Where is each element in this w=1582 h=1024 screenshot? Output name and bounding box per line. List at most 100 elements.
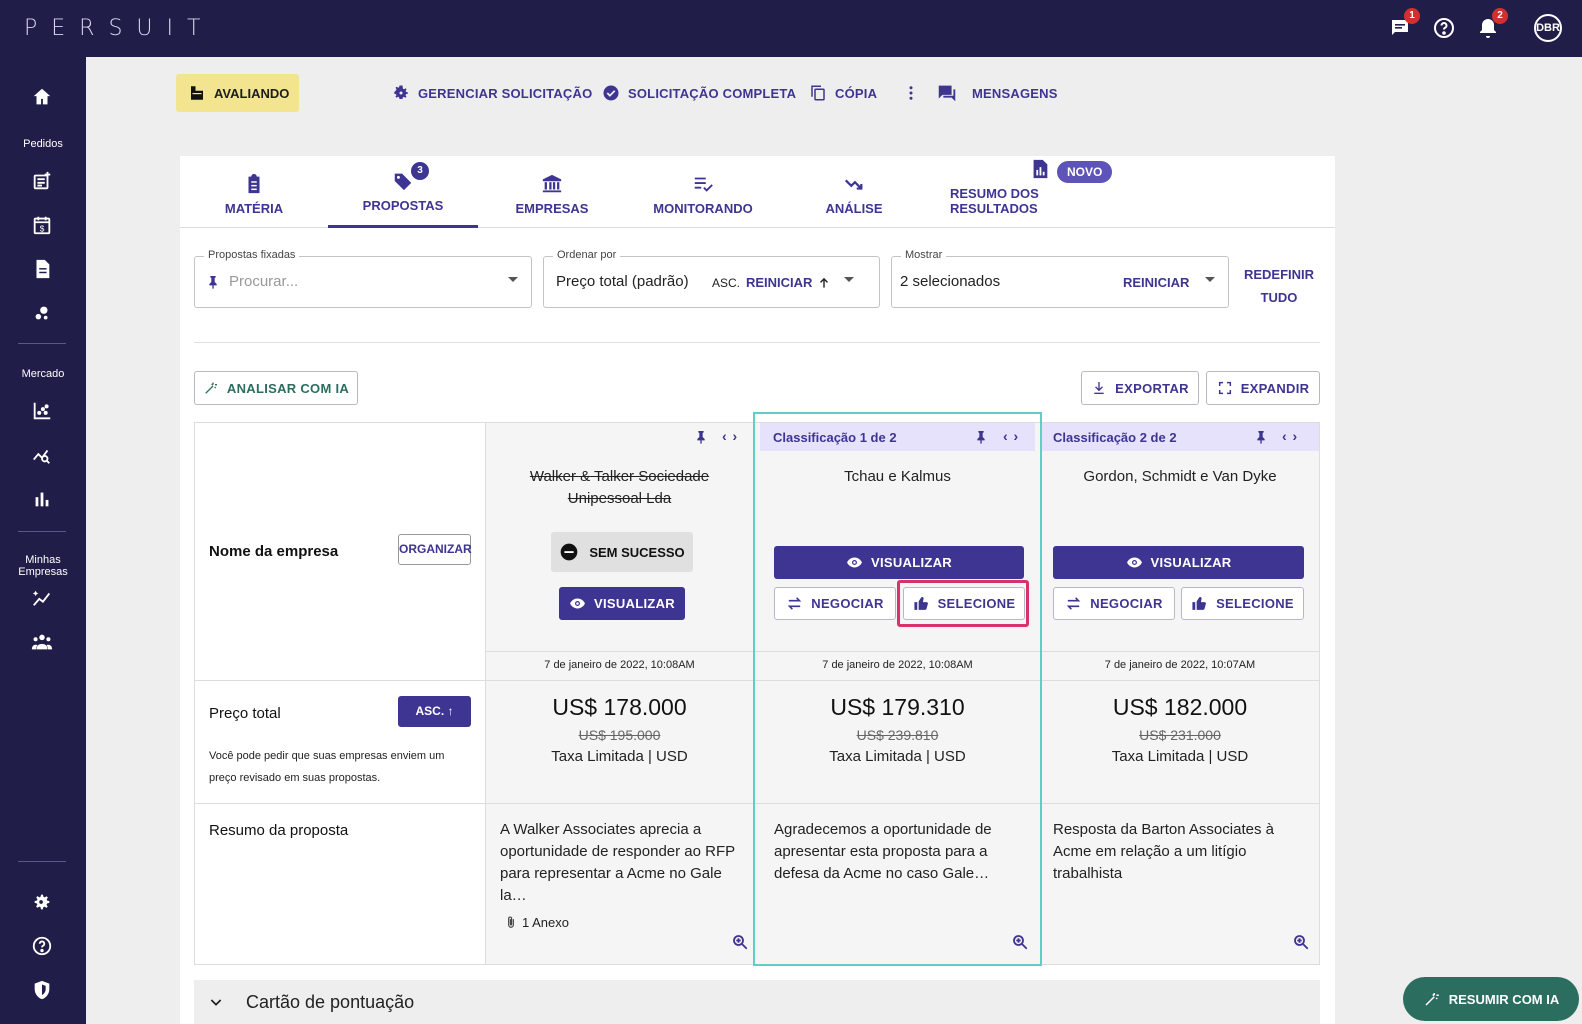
negotiate-label: NEGOCIAR [1090,596,1163,611]
zoom-in-icon[interactable] [1011,933,1029,951]
status-chip[interactable]: AVALIANDO [176,74,299,112]
help-circle-icon[interactable] [31,935,53,957]
groups-icon[interactable] [31,631,53,653]
expand-button[interactable]: EXPANDIR [1206,371,1320,405]
show-value: 2 selecionados [900,273,1001,290]
trend-sparkle-icon[interactable] [31,587,53,609]
pin-icon[interactable] [973,428,989,446]
bar-chart-icon[interactable] [31,488,53,510]
reset-all-button[interactable]: REDEFINIR TUDO [1243,263,1315,309]
summarize-with-ai-button[interactable]: RESUMIR COM IA [1403,977,1579,1021]
thumbs-up-icon [913,596,928,610]
organize-button[interactable]: ORGANIZAR [398,534,472,565]
view-label: VISUALIZAR [1150,555,1232,570]
help-icon[interactable] [1432,16,1456,40]
pinned-proposals-label: Propostas fixadas [204,249,300,261]
avatar[interactable]: DBR [1534,14,1562,42]
view-button[interactable]: VISUALIZAR [559,587,685,620]
price-sort-button[interactable]: ASC. ↑ [398,696,471,727]
reorder-arrows-icon[interactable]: ‹ › [1282,428,1298,444]
reorder-arrows-icon[interactable]: ‹ › [1003,428,1019,444]
copy-label: CÓPIA [835,85,878,101]
sidebar-section-pedidos: Pedidos [23,138,63,150]
original-price: US$ 231.000 [1139,727,1221,743]
eye-icon [847,557,862,568]
invoice-calendar-icon[interactable]: $ [31,214,53,236]
app-logo[interactable]: PERSUIT [24,16,214,41]
row-divider [486,680,753,681]
tab-empresas[interactable]: EMPRESAS [498,156,606,228]
rate-type: Taxa Limitada | USD [1111,748,1249,765]
proposal-summary: A Walker Associates aprecia a oportunida… [500,821,735,904]
scorecard-section[interactable]: Cartão de pontuação [194,980,1320,1024]
row-divider [1041,651,1319,652]
sidebar-divider [18,531,66,532]
proposal-column: Classificação 2 de 2 ‹ › Gordon, Schmidt… [1041,422,1320,965]
minus-circle-icon [560,543,578,561]
pin-icon[interactable] [1253,428,1269,446]
document-icon[interactable] [31,258,53,280]
divider [194,342,1320,343]
reorder-arrows-icon[interactable]: ‹ › [722,428,738,444]
show-reset-button[interactable]: REINICIAR [1123,275,1189,290]
row-divider [1041,803,1319,804]
analytics-search-icon[interactable] [31,444,53,466]
select-button[interactable]: SELECIONE [903,587,1025,620]
attachment-link[interactable]: 1 Anexo [504,913,569,931]
pinned-proposals-select[interactable]: Propostas fixadas Procurar... [194,249,532,308]
home-icon[interactable] [31,86,53,108]
tab-label: PROPOSTAS [362,198,444,213]
proposal-header: ‹ › [486,423,753,451]
tab-propostas[interactable]: PROPOSTAS 3 [328,156,478,228]
sort-reset-button[interactable]: REINICIAR [746,275,812,290]
complete-request-button[interactable]: SOLICITAÇÃO COMPLETA [602,82,796,104]
ranking-label: Classificação 1 de 2 [773,430,897,445]
complete-request-label: SOLICITAÇÃO COMPLETA [628,85,797,101]
view-button[interactable]: VISUALIZAR [1053,546,1304,579]
company-name[interactable]: Tchau e Kalmus [754,466,1041,488]
proposal-summary: Agradecemos a oportunidade de apresentar… [774,821,992,882]
new-request-icon[interactable] [31,170,53,192]
messages-badge: 1 [1404,8,1420,24]
pin-icon[interactable] [693,428,709,446]
tab-materia[interactable]: MATÉRIA [200,156,308,228]
svg-text:$: $ [40,224,45,233]
select-button[interactable]: SELECIONE [1181,587,1304,620]
chat-icon[interactable]: 1 [1388,8,1420,40]
tab-badge-count: 3 [411,162,429,180]
shield-icon[interactable] [31,979,53,1001]
export-button[interactable]: EXPORTAR [1081,371,1199,405]
row-divider [754,680,1041,681]
negotiate-button[interactable]: NEGOCIAR [1053,587,1175,620]
view-button[interactable]: VISUALIZAR [774,546,1024,579]
proposal-header: Classificação 1 de 2 ‹ › [760,423,1035,451]
analyze-with-ai-button[interactable]: ANALISAR COM IA [194,371,358,405]
manage-request-button[interactable]: GERENCIAR SOLICITAÇÃO [392,82,592,104]
company-name[interactable]: Gordon, Schmidt e Van Dyke [1041,466,1319,488]
bubbles-icon[interactable] [31,302,53,324]
tab-monitorando[interactable]: MONITORANDO [638,156,768,228]
company-name[interactable]: Walker & Talker Sociedade Unipessoal Lda [486,466,753,510]
zoom-in-icon[interactable] [1292,933,1310,951]
paperclip-icon [508,916,514,928]
unsuccessful-status: SEM SUCESSO [551,532,693,572]
more-options-button[interactable] [902,82,920,104]
select-label: SELECIONE [1216,596,1294,611]
total-price-label: Preço total [209,705,281,722]
bell-icon[interactable]: 2 [1476,8,1508,40]
zoom-in-icon[interactable] [731,933,749,951]
total-price: US$ 179.310 [830,694,965,720]
messages-button[interactable]: MENSAGENS [936,82,1058,104]
sort-by-select[interactable]: Ordenar por Preço total (padrão) ASC. RE… [543,249,880,308]
tab-label: MONITORANDO [653,201,753,216]
scatter-chart-icon[interactable] [31,400,53,422]
negotiate-button[interactable]: NEGOCIAR [774,587,896,620]
sort-by-label: Ordenar por [553,249,621,261]
arrow-up-icon[interactable] [817,276,831,290]
settings-icon[interactable] [31,891,53,913]
download-icon [1094,382,1104,394]
tab-analise[interactable]: ANÁLISE [800,156,908,228]
clipboard-icon [248,173,260,194]
show-select[interactable]: Mostrar 2 selecionados REINICIAR [891,249,1229,308]
copy-button[interactable]: CÓPIA [809,82,877,104]
